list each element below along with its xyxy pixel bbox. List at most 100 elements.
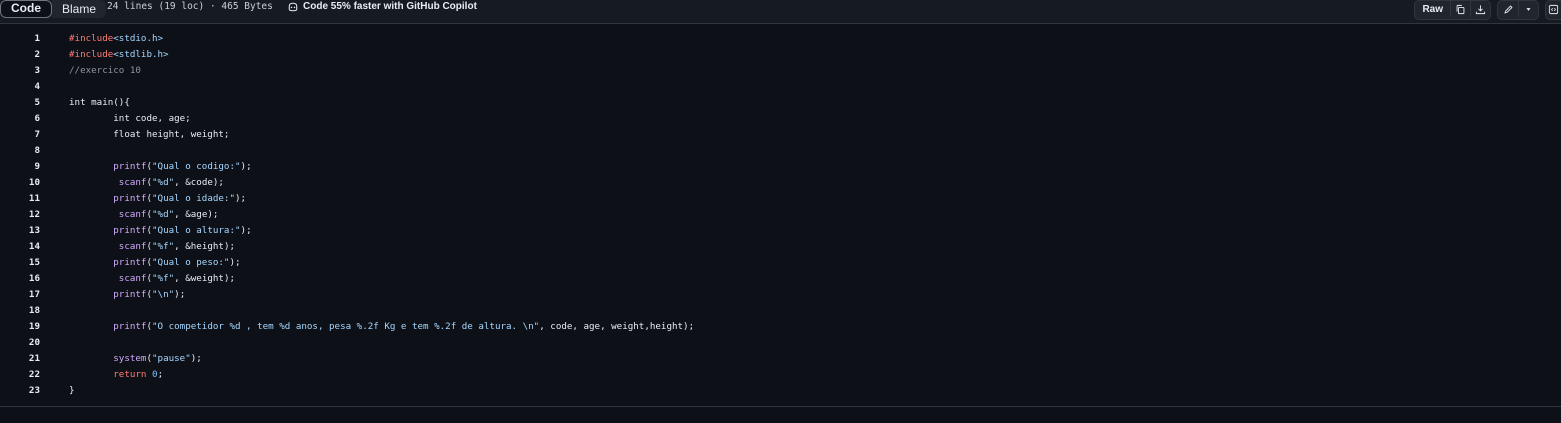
- code-text: }: [69, 383, 75, 399]
- download-raw-button[interactable]: [1470, 1, 1490, 17]
- code-line: 7 float height, weight;: [0, 127, 1561, 143]
- code-token: , &height);: [174, 241, 236, 252]
- code-token: printf: [113, 321, 147, 332]
- line-number[interactable]: 1: [0, 31, 40, 47]
- code-line: 8: [0, 143, 1561, 159]
- symbols-group: [1545, 0, 1561, 20]
- blame-tab[interactable]: Blame: [52, 0, 107, 18]
- line-number[interactable]: 10: [0, 175, 40, 191]
- symbols-panel-button[interactable]: [1546, 1, 1561, 17]
- code-text: printf("Qual o altura:");: [69, 223, 252, 239]
- code-text: scanf("%d", &code);: [69, 175, 224, 191]
- code-token: printf: [113, 161, 147, 172]
- code-text: system("pause");: [69, 351, 202, 367]
- line-number[interactable]: 9: [0, 159, 40, 175]
- code-token: "%f": [152, 241, 175, 252]
- copy-raw-button[interactable]: [1450, 1, 1470, 17]
- code-text: float height, weight;: [69, 127, 229, 143]
- line-number[interactable]: 2: [0, 47, 40, 63]
- line-number[interactable]: 18: [0, 303, 40, 319]
- line-number[interactable]: 13: [0, 223, 40, 239]
- code-token: , code, age, weight,height);: [539, 321, 695, 332]
- code-text: scanf("%f", &height);: [69, 239, 235, 255]
- code-text: int code, age;: [69, 111, 190, 127]
- code-token: <stdlib.h>: [113, 49, 169, 60]
- code-line: 2 #include<stdlib.h>: [0, 47, 1561, 63]
- code-token: <stdio.h>: [113, 33, 164, 44]
- code-line: 10 scanf("%d", &code);: [0, 175, 1561, 191]
- edit-file-button[interactable]: [1498, 1, 1518, 17]
- code-line: 5 int main(){: [0, 95, 1561, 111]
- code-token: scanf: [118, 241, 147, 252]
- code-tab[interactable]: Code: [0, 0, 52, 18]
- triangle-down-icon: [1526, 7, 1531, 11]
- code-token: , &weight);: [174, 273, 236, 284]
- line-number[interactable]: 5: [0, 95, 40, 111]
- line-number[interactable]: 17: [0, 287, 40, 303]
- line-number[interactable]: 14: [0, 239, 40, 255]
- code-line: 9 printf("Qual o codigo:");: [0, 159, 1561, 175]
- code-token: printf: [113, 193, 147, 204]
- line-number[interactable]: 15: [0, 255, 40, 271]
- code-token: "Qual o altura:": [152, 225, 241, 236]
- code-token: system: [113, 353, 147, 364]
- code-token: int main(){: [69, 97, 130, 108]
- file-actions: Raw: [1414, 0, 1561, 20]
- copilot-promo-link[interactable]: Code 55% faster with GitHub Copilot: [287, 0, 477, 14]
- line-number[interactable]: 3: [0, 63, 40, 79]
- line-number[interactable]: 19: [0, 319, 40, 335]
- line-number[interactable]: 7: [0, 127, 40, 143]
- code-token: printf: [113, 257, 147, 268]
- code-line: 4: [0, 79, 1561, 95]
- code-token: );: [174, 289, 186, 300]
- code-token: #include: [69, 49, 114, 60]
- code-text: return 0;: [69, 367, 163, 383]
- edit-group: [1497, 0, 1539, 20]
- line-number[interactable]: 21: [0, 351, 40, 367]
- raw-button[interactable]: Raw: [1415, 1, 1450, 17]
- code-line: 23}: [0, 383, 1561, 399]
- line-number[interactable]: 16: [0, 271, 40, 287]
- code-token: );: [240, 225, 252, 236]
- copy-icon: [1456, 4, 1465, 14]
- code-token: //exercico 10: [69, 65, 141, 76]
- pencil-icon: [1503, 4, 1513, 14]
- code-text: scanf("%d", &age);: [69, 207, 219, 223]
- code-view[interactable]: 1 #include <stdio.h> 2 #include<stdlib.h> 3 //…: [0, 31, 1561, 399]
- code-blame-toggle: Code Blame: [0, 0, 107, 18]
- line-number[interactable]: 8: [0, 143, 40, 159]
- code-token: printf: [113, 225, 147, 236]
- code-line: 14 scanf("%f", &height);: [0, 239, 1561, 255]
- code-token: scanf: [118, 177, 147, 188]
- line-number[interactable]: 12: [0, 207, 40, 223]
- code-line: 12 scanf("%d", &age);: [0, 207, 1561, 223]
- code-line: 13 printf("Qual o altura:");: [0, 223, 1561, 239]
- code-token: );: [229, 257, 241, 268]
- code-text: printf("\n");: [69, 287, 185, 303]
- code-line: 17 printf("\n");: [0, 287, 1561, 303]
- line-number[interactable]: 22: [0, 367, 40, 383]
- code-text: int main(){: [69, 95, 130, 111]
- line-number[interactable]: 23: [0, 383, 40, 399]
- line-number[interactable]: 11: [0, 191, 40, 207]
- code-token: "%d": [152, 177, 175, 188]
- code-token: return: [113, 369, 147, 380]
- code-text: //exercico 10: [69, 63, 141, 79]
- line-number[interactable]: 20: [0, 335, 40, 351]
- line-number[interactable]: 6: [0, 111, 40, 127]
- code-token: }: [69, 385, 75, 396]
- file-info: 24 lines (19 loc) · 465 Bytes: [107, 1, 273, 12]
- line-number[interactable]: 4: [0, 79, 40, 95]
- code-token: "Qual o peso:": [152, 257, 230, 268]
- code-token: , &age);: [174, 209, 219, 220]
- code-token: , &code);: [174, 177, 224, 188]
- code-token: "\n": [152, 289, 175, 300]
- raw-copy-download-group: Raw: [1414, 0, 1491, 20]
- code-line: 21 system("pause");: [0, 351, 1561, 367]
- edit-dropdown-button[interactable]: [1518, 1, 1538, 17]
